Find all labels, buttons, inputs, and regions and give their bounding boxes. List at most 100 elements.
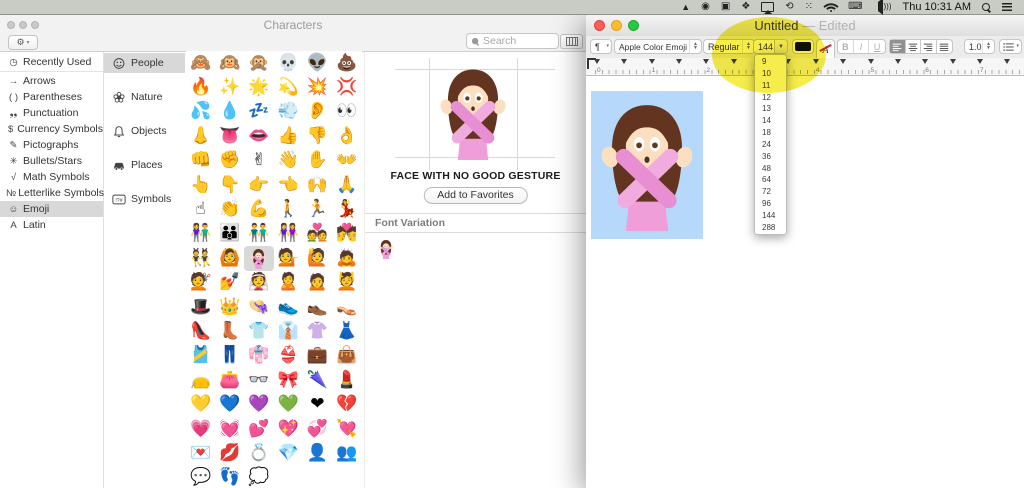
size-option-64[interactable]: 64 xyxy=(755,174,786,186)
emoji-cell[interactable]: 👅 xyxy=(215,124,244,148)
emoji-cell[interactable]: 💃 xyxy=(332,197,361,221)
emoji-cell[interactable]: 🎽 xyxy=(186,344,215,368)
tab-stop-marker[interactable] xyxy=(922,59,929,67)
tab-stop-marker[interactable] xyxy=(703,59,710,67)
tab-stop-marker[interactable] xyxy=(894,59,901,67)
emoji-cell[interactable]: 👏 xyxy=(215,197,244,221)
menu-bar-clock[interactable]: Thu 10:31 AM xyxy=(903,0,972,14)
emoji-cell[interactable]: 💧 xyxy=(215,100,244,124)
tab-stop-marker[interactable] xyxy=(976,59,983,67)
sidebar-item-latin[interactable]: A Latin xyxy=(0,217,103,233)
emoji-cell[interactable]: 👎 xyxy=(303,124,332,148)
emoji-cell[interactable]: 🔥 xyxy=(186,75,215,99)
font-size-combo[interactable]: 144 ▼ xyxy=(753,39,788,54)
emoji-cell[interactable]: 💓 xyxy=(215,417,244,441)
emoji-cell[interactable]: 🎀 xyxy=(274,368,303,392)
sidebar-item-arrows[interactable]: → Arrows xyxy=(0,73,103,89)
emoji-cell[interactable]: 👃 xyxy=(186,124,215,148)
emoji-cell[interactable]: 🙍 xyxy=(303,271,332,295)
size-dropdown-arrow[interactable]: ▼ xyxy=(774,40,787,53)
emoji-cell[interactable]: 👭 xyxy=(274,222,303,246)
sidebar-item-parentheses[interactable]: ( ) Parentheses xyxy=(0,89,103,105)
emoji-cell[interactable]: 👜 xyxy=(332,344,361,368)
typeface-combo[interactable]: Regular ▲ ▼ xyxy=(703,39,755,54)
emoji-cell[interactable]: 🙉 xyxy=(215,51,244,75)
line-spacing-combo[interactable]: 1.0 ▲ ▼ xyxy=(964,39,995,54)
emoji-cell[interactable]: 👆 xyxy=(186,173,215,197)
bold-button[interactable]: B xyxy=(838,40,854,53)
display-icon[interactable]: ▣ xyxy=(721,0,730,14)
emoji-cell[interactable]: 🙊 xyxy=(244,51,273,75)
emoji-cell[interactable]: 👤 xyxy=(303,441,332,465)
emoji-cell[interactable]: 👑 xyxy=(215,295,244,319)
emoji-cell[interactable]: 👟 xyxy=(274,295,303,319)
list-style-button[interactable]: ▾ xyxy=(999,39,1022,54)
emoji-cell[interactable]: 👡 xyxy=(332,295,361,319)
emoji-cell[interactable]: 💤 xyxy=(244,100,273,124)
emoji-cell[interactable]: 👛 xyxy=(215,368,244,392)
emoji-cell[interactable]: 👄 xyxy=(244,124,273,148)
emoji-cell[interactable]: 💇 xyxy=(186,271,215,295)
emoji-cell[interactable]: 💫 xyxy=(274,75,303,99)
emoji-cell[interactable]: 🙏 xyxy=(332,173,361,197)
emoji-cell[interactable]: 👇 xyxy=(215,173,244,197)
airplay-icon[interactable] xyxy=(761,2,775,12)
spotlight-icon[interactable] xyxy=(982,2,991,13)
emoji-cell[interactable]: 🙌 xyxy=(303,173,332,197)
tab-stop-marker[interactable] xyxy=(812,59,819,67)
emoji-cell[interactable]: 💚 xyxy=(274,392,303,416)
emoji-cell[interactable]: 💭 xyxy=(244,466,273,488)
emoji-cell[interactable]: 💘 xyxy=(332,417,361,441)
emoji-cell[interactable]: 💎 xyxy=(274,441,303,465)
creative-cloud-icon[interactable]: ◉ xyxy=(701,0,710,14)
emoji-cell[interactable]: 💕 xyxy=(244,417,273,441)
time-machine-icon[interactable]: ⟲ xyxy=(785,0,793,14)
size-option-48[interactable]: 48 xyxy=(755,163,786,175)
google-drive-icon[interactable]: ▲ xyxy=(681,0,690,14)
emoji-cell[interactable]: 👐 xyxy=(332,149,361,173)
size-option-36[interactable]: 36 xyxy=(755,151,786,163)
emoji-cell[interactable]: 🎩 xyxy=(186,295,215,319)
emoji-cell[interactable]: 👈 xyxy=(274,173,303,197)
emoji-cell[interactable]: 💄 xyxy=(332,368,361,392)
emoji-cell[interactable]: 👯 xyxy=(186,246,215,270)
emoji-cell[interactable]: 💬 xyxy=(186,466,215,488)
emoji-cell[interactable]: 💛 xyxy=(186,392,215,416)
emoji-cell[interactable]: 👕 xyxy=(244,319,273,343)
collapse-panel-button[interactable] xyxy=(560,34,583,49)
emoji-cell[interactable]: 🙋 xyxy=(303,246,332,270)
emoji-cell[interactable]: 💌 xyxy=(186,441,215,465)
tab-stop-marker[interactable] xyxy=(676,59,683,67)
emoji-cell[interactable]: 💖 xyxy=(274,417,303,441)
emoji-cell[interactable]: 💑 xyxy=(303,222,332,246)
wifi-icon[interactable] xyxy=(822,0,839,15)
emoji-cell[interactable]: 👥 xyxy=(332,441,361,465)
volume-icon[interactable]: ))) xyxy=(873,0,892,15)
tab-stop-marker[interactable] xyxy=(1004,59,1011,67)
tab-stop-marker[interactable] xyxy=(648,59,655,67)
align-center-button[interactable] xyxy=(906,40,921,53)
size-option-96[interactable]: 96 xyxy=(755,198,786,210)
emoji-category-people[interactable]: People xyxy=(104,53,185,73)
emoji-cell[interactable]: 💜 xyxy=(244,392,273,416)
tab-stop-marker[interactable] xyxy=(867,59,874,67)
sidebar-item-emoji[interactable]: ☺ Emoji xyxy=(0,201,103,217)
emoji-cell[interactable]: 👢 xyxy=(215,319,244,343)
dropbox-icon[interactable]: ❖ xyxy=(741,0,750,14)
emoji-cell[interactable]: 👊 xyxy=(186,149,215,173)
emoji-cell[interactable]: ✨ xyxy=(215,75,244,99)
emoji-cell[interactable]: 🚶 xyxy=(274,197,303,221)
size-option-72[interactable]: 72 xyxy=(755,186,786,198)
sidebar-item-currency-symbols[interactable]: $ Currency Symbols xyxy=(0,121,103,137)
emoji-cell[interactable]: ✋ xyxy=(303,149,332,173)
size-option-18[interactable]: 18 xyxy=(755,127,786,139)
emoji-cell[interactable]: 👋 xyxy=(274,149,303,173)
emoji-cell[interactable]: 💞 xyxy=(303,417,332,441)
italic-button[interactable]: I xyxy=(854,40,870,53)
emoji-cell[interactable]: 👠 xyxy=(186,319,215,343)
sidebar-item-math-symbols[interactable]: √ Math Symbols xyxy=(0,169,103,185)
emoji-cell[interactable]: 👔 xyxy=(274,319,303,343)
tab-stop-marker[interactable] xyxy=(840,59,847,67)
emoji-cell[interactable]: 👖 xyxy=(215,344,244,368)
emoji-cell[interactable]: 💋 xyxy=(215,441,244,465)
